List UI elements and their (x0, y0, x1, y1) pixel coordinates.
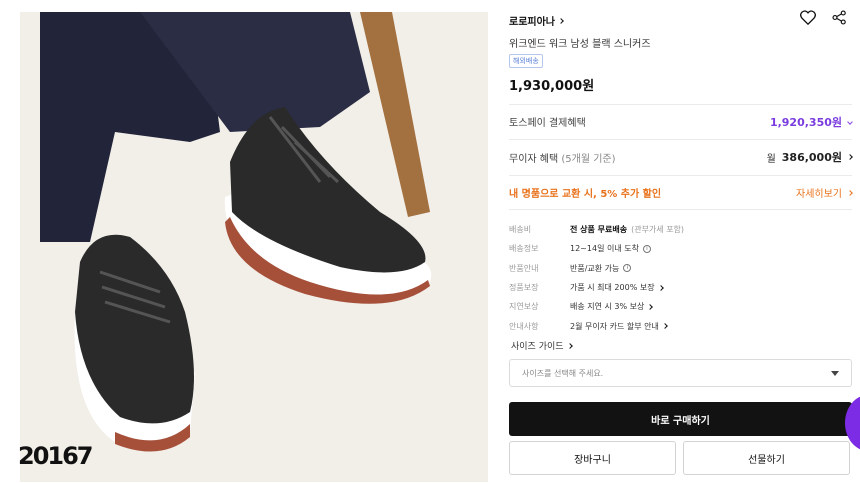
detail-value: 12~14일 이내 도착 (570, 244, 639, 254)
detail-key: 지연보상 (509, 302, 539, 312)
buy-now-button[interactable]: 바로 구매하기 (509, 402, 852, 436)
chevron-right-icon (847, 154, 853, 160)
detail-value: 배송 지연 시 3% 보상 (570, 302, 645, 312)
toss-benefit-price: 1,920,350원 (769, 115, 842, 129)
detail-key: 정품보장 (509, 283, 539, 293)
image-code-overlay: 20167 (18, 442, 93, 470)
toss-benefit-row[interactable]: 토스페이 결제혜택 1,920,350원 (509, 104, 853, 138)
shipping-details: 배송비 전 상품 무료배송 (관부가세 포함) 배송정보 12~14일 이내 도착… (509, 209, 852, 336)
heart-icon[interactable] (800, 10, 816, 25)
trade-in-label: 내 명품으로 교환 시, 5% 추가 할인 (509, 189, 662, 200)
chevron-right-icon (662, 323, 668, 329)
detail-row-notice[interactable]: 안내사항 2월 무이자 카드 할부 안내 (509, 316, 852, 335)
toss-benefit-label: 토스페이 결제혜택 (509, 118, 586, 129)
share-icon[interactable] (832, 10, 847, 25)
caret-down-icon (831, 370, 839, 376)
interest-monthly-price: 386,000원 (781, 151, 842, 164)
info-icon[interactable]: i (623, 264, 632, 273)
detail-row-return[interactable]: 반품안내 반품/교환 가능 i (509, 259, 852, 278)
chevron-right-icon (566, 342, 573, 349)
detail-value: 반품/교환 가능 (570, 263, 620, 273)
product-name: 위크엔드 워크 남성 블랙 스니커즈 (509, 39, 651, 50)
gift-button[interactable]: 선물하기 (683, 441, 850, 475)
interest-prefix: 월 (766, 153, 776, 165)
chevron-right-icon (657, 284, 664, 291)
size-select-placeholder: 사이즈를 선택해 주세요. (522, 368, 604, 378)
trade-in-row[interactable]: 내 명품으로 교환 시, 5% 추가 할인 자세히보기 (509, 175, 853, 209)
chevron-down-icon (847, 118, 853, 125)
info-icon[interactable]: i (642, 244, 651, 253)
size-select[interactable]: 사이즈를 선택해 주세요. (509, 359, 852, 387)
detail-value: 가품 시 최대 200% 보장 (570, 283, 655, 293)
detail-value: 전 상품 무료배송 (570, 225, 628, 235)
brand-name: 로로피아나 (509, 17, 555, 28)
detail-row-shipping-fee: 배송비 전 상품 무료배송 (관부가세 포함) (509, 220, 852, 239)
interest-free-sub: (5개월 기준) (561, 153, 616, 165)
product-image[interactable] (20, 12, 488, 482)
overseas-shipping-badge: 해외배송 (509, 54, 543, 68)
chevron-right-icon (558, 17, 564, 24)
detail-row-delivery[interactable]: 배송정보 12~14일 이내 도착 i (509, 239, 852, 258)
detail-key: 안내사항 (509, 321, 539, 331)
interest-free-label: 무이자 혜택 (509, 153, 559, 165)
add-to-cart-button[interactable]: 장바구니 (509, 441, 676, 475)
interest-free-row[interactable]: 무이자 혜택 (5개월 기준) 월 386,000원 (509, 139, 853, 174)
trade-in-more-link[interactable]: 자세히보기 (796, 185, 842, 200)
size-guide-link[interactable]: 사이즈 가이드 (511, 339, 573, 352)
chevron-right-icon (847, 189, 853, 196)
detail-key: 반품안내 (509, 263, 539, 273)
size-guide-label: 사이즈 가이드 (511, 342, 564, 352)
product-info-panel: 로로피아나 위크엔드 워크 남성 블랙 스니커즈 해외배송 1,930,000원… (509, 0, 853, 483)
chevron-right-icon (647, 303, 654, 310)
detail-row-authenticity[interactable]: 정품보장 가품 시 최대 200% 보장 (509, 278, 852, 297)
product-price: 1,930,000원 (509, 79, 595, 94)
detail-note: (관부가세 포함) (631, 225, 685, 235)
detail-key: 배송비 (509, 225, 532, 235)
brand-link[interactable]: 로로피아나 (509, 13, 564, 28)
detail-key: 배송정보 (509, 244, 539, 254)
detail-value: 2월 무이자 카드 할부 안내 (570, 321, 659, 331)
header-actions (800, 10, 847, 25)
detail-row-delay[interactable]: 지연보상 배송 지연 시 3% 보상 (509, 297, 852, 316)
